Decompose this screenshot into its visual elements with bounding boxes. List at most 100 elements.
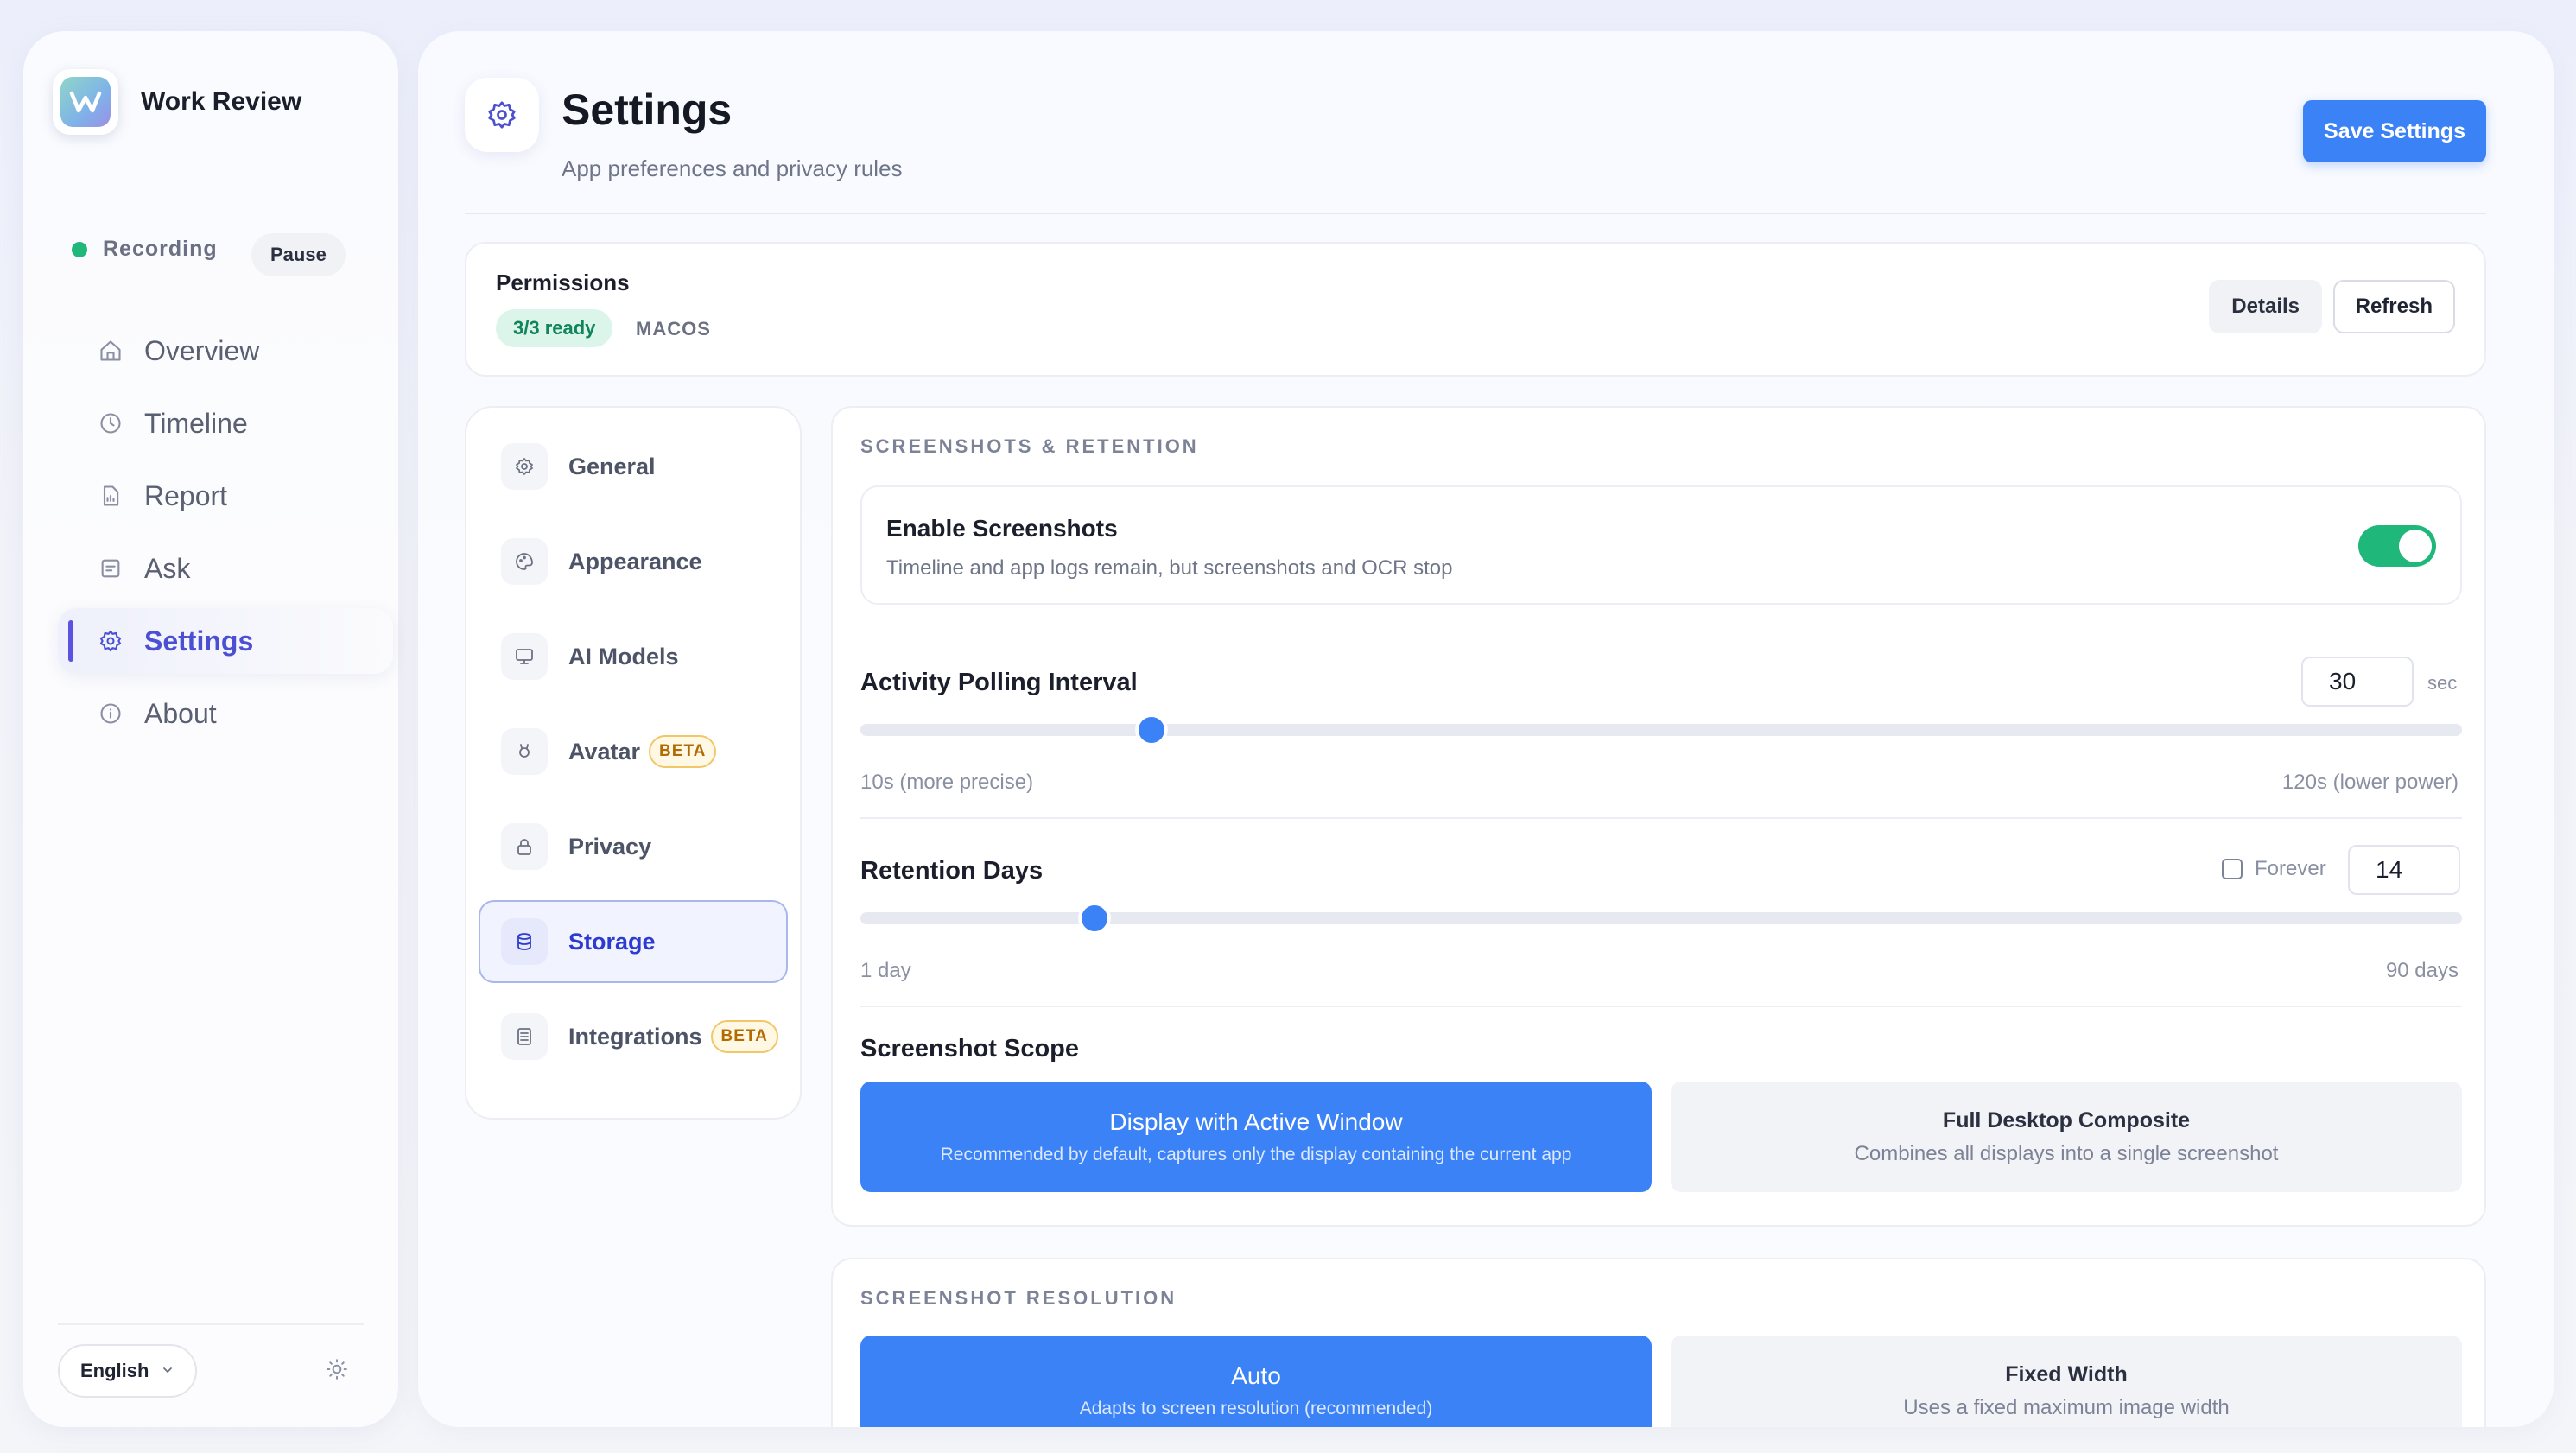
retention-max-label: 90 days	[2385, 959, 2459, 982]
nav-label: Timeline	[144, 407, 248, 439]
option-title: Full Desktop Composite	[1942, 1107, 2191, 1133]
refresh-button[interactable]: Refresh	[2332, 280, 2455, 333]
polling-unit: sec	[2427, 672, 2458, 694]
settings-subnav: General Appearance AI Models Avatar BETA	[465, 406, 802, 1120]
screenshots-retention-section: SCREENSHOTS & RETENTION Enable Screensho…	[831, 406, 2486, 1227]
nav-item-timeline[interactable]: Timeline	[58, 390, 393, 456]
enable-screenshots-title: Enable Screenshots	[886, 515, 1118, 542]
scope-option-full-desktop[interactable]: Full Desktop Composite Combines all disp…	[1671, 1082, 2462, 1192]
monitor-icon	[501, 633, 548, 680]
option-description: Uses a fixed maximum image width	[1903, 1395, 2230, 1419]
subnav-item-appearance[interactable]: Appearance	[479, 520, 788, 603]
nav-item-overview[interactable]: Overview	[58, 318, 393, 384]
page-subtitle: App preferences and privacy rules	[562, 155, 903, 181]
subnav-item-general[interactable]: General	[479, 425, 788, 508]
option-description: Adapts to screen resolution (recommended…	[1079, 1399, 1433, 1418]
polling-interval-input[interactable]	[2301, 657, 2414, 707]
nav-label: Overview	[144, 334, 260, 366]
retention-days-input[interactable]	[2348, 845, 2460, 895]
resolution-option-auto[interactable]: Auto Adapts to screen resolution (recomm…	[860, 1336, 1652, 1427]
subnav-item-storage[interactable]: Storage	[479, 900, 788, 983]
permissions-title: Permissions	[496, 270, 630, 295]
polling-interval-label: Activity Polling Interval	[860, 669, 1138, 696]
retention-days-label: Retention Days	[860, 857, 1044, 885]
beta-badge: BETA	[649, 735, 717, 768]
subnav-label: Appearance	[568, 548, 702, 574]
app-logo	[53, 69, 118, 135]
database-icon	[501, 918, 548, 965]
page-title: Settings	[562, 86, 733, 134]
main-nav: Overview Timeline Report Ask Settings Ab…	[58, 318, 393, 753]
nav-item-report[interactable]: Report	[58, 463, 393, 529]
forever-checkbox-label[interactable]: Forever	[2222, 857, 2326, 881]
lock-icon	[501, 823, 548, 870]
subnav-label: AI Models	[568, 643, 679, 669]
section-title: SCREENSHOT RESOLUTION	[860, 1287, 1177, 1309]
row-divider	[860, 817, 2462, 819]
integrations-icon	[501, 1013, 548, 1060]
option-description: Combines all displays into a single scre…	[1854, 1141, 2279, 1165]
save-settings-button[interactable]: Save Settings	[2303, 100, 2486, 162]
sun-icon[interactable]	[326, 1358, 348, 1385]
option-description: Recommended by default, captures only th…	[940, 1145, 1572, 1164]
gear-icon	[501, 443, 548, 490]
permissions-card: Permissions 3/3 ready MACOS Details Refr…	[465, 242, 2486, 377]
subnav-item-privacy[interactable]: Privacy	[479, 805, 788, 888]
nav-label: Report	[144, 479, 228, 511]
brand[interactable]: Work Review	[53, 69, 301, 135]
sidebar-divider	[58, 1323, 364, 1325]
nav-label: About	[144, 697, 217, 729]
retention-slider-thumb[interactable]	[1081, 905, 1107, 931]
subnav-item-integrations[interactable]: Integrations BETA	[479, 995, 788, 1078]
report-icon	[98, 483, 124, 509]
subnav-label: Avatar	[568, 738, 641, 765]
language-value: English	[80, 1360, 149, 1381]
sidebar: Work Review Recording Pause Overview Tim…	[23, 31, 398, 1427]
scope-option-active-window[interactable]: Display with Active Window Recommended b…	[860, 1082, 1652, 1192]
section-title: SCREENSHOTS & RETENTION	[860, 435, 1199, 457]
enable-screenshots-toggle[interactable]	[2358, 525, 2436, 567]
permissions-status-badge: 3/3 ready	[496, 309, 613, 347]
subnav-item-avatar[interactable]: Avatar BETA	[479, 710, 788, 793]
palette-icon	[501, 538, 548, 585]
option-title: Fixed Width	[2005, 1361, 2128, 1386]
polling-slider-thumb[interactable]	[1139, 717, 1165, 743]
screenshot-scope-label: Screenshot Scope	[860, 1035, 1080, 1063]
nav-item-settings[interactable]: Settings	[58, 608, 393, 674]
ask-icon	[98, 555, 124, 581]
header-divider	[465, 213, 2486, 214]
nav-label: Ask	[144, 552, 191, 584]
info-icon	[98, 701, 124, 726]
clock-icon	[98, 410, 124, 436]
forever-checkbox[interactable]	[2222, 859, 2243, 879]
subnav-label: General	[568, 453, 656, 479]
sidebar-footer: English	[58, 1344, 364, 1398]
language-select[interactable]: English	[58, 1344, 198, 1398]
row-divider	[860, 1006, 2462, 1007]
subnav-label: Privacy	[568, 833, 652, 860]
forever-label: Forever	[2255, 857, 2326, 880]
app-name: Work Review	[141, 87, 302, 116]
subnav-label: Storage	[568, 928, 656, 955]
nav-item-ask[interactable]: Ask	[58, 536, 393, 601]
permissions-os-label: MACOS	[636, 318, 711, 339]
main-panel: Settings App preferences and privacy rul…	[418, 31, 2554, 1427]
polling-interval-slider[interactable]	[860, 724, 2462, 736]
subnav-item-ai-models[interactable]: AI Models	[479, 615, 788, 698]
pause-button[interactable]: Pause	[251, 233, 346, 276]
enable-screenshots-row: Enable Screenshots Timeline and app logs…	[860, 485, 2462, 605]
screenshot-resolution-section: SCREENSHOT RESOLUTION Auto Adapts to scr…	[831, 1258, 2486, 1427]
details-button[interactable]: Details	[2209, 280, 2322, 333]
option-title: Auto	[1231, 1362, 1281, 1389]
retention-min-label: 1 day	[860, 959, 911, 982]
nav-item-about[interactable]: About	[58, 681, 393, 746]
settings-header-gear-icon	[465, 78, 539, 152]
subnav-label: Integrations	[568, 1023, 702, 1050]
polling-max-label: 120s (lower power)	[2281, 771, 2459, 794]
recording-label: Recording	[103, 237, 218, 261]
recording-status: Recording	[72, 237, 218, 262]
home-icon	[98, 338, 124, 364]
option-title: Display with Active Window	[1109, 1108, 1403, 1135]
resolution-option-fixed-width[interactable]: Fixed Width Uses a fixed maximum image w…	[1671, 1336, 2462, 1427]
nav-label: Settings	[144, 625, 254, 657]
